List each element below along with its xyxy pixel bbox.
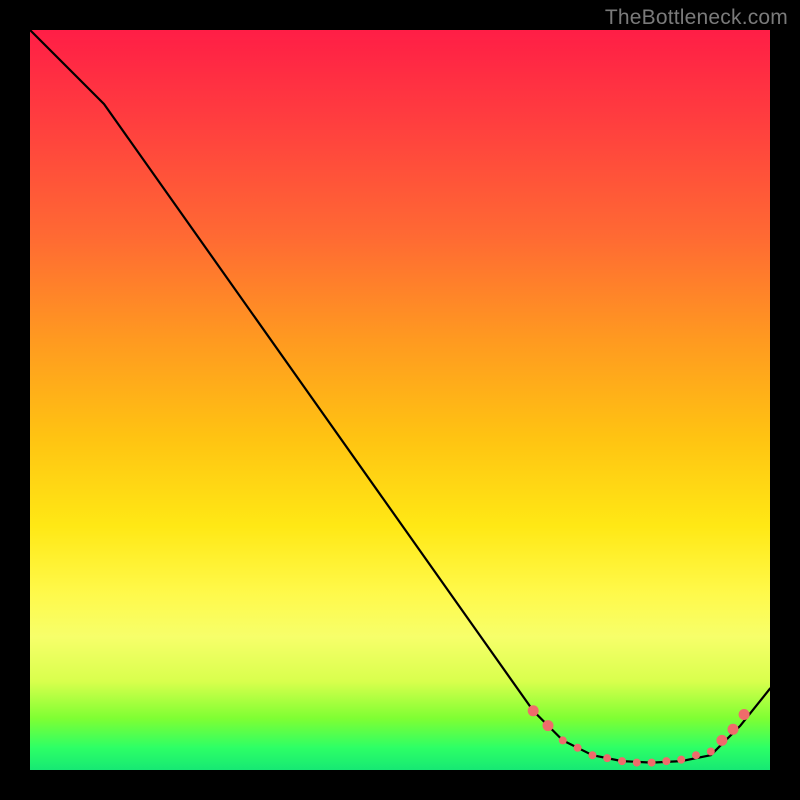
marker-dot bbox=[574, 744, 582, 752]
marker-dot bbox=[528, 705, 539, 716]
optimal-range-markers bbox=[528, 705, 750, 766]
plot-area bbox=[30, 30, 770, 770]
bottleneck-curve-path bbox=[30, 30, 770, 763]
marker-dot bbox=[648, 759, 656, 767]
marker-dot bbox=[662, 757, 670, 765]
marker-dot bbox=[692, 751, 700, 759]
marker-dot bbox=[618, 757, 626, 765]
marker-dot bbox=[603, 754, 611, 762]
marker-dot bbox=[707, 748, 715, 756]
marker-dot bbox=[728, 724, 739, 735]
chart-frame: TheBottleneck.com bbox=[0, 0, 800, 800]
marker-dot bbox=[633, 759, 641, 767]
marker-dot bbox=[677, 756, 685, 764]
curve-svg bbox=[30, 30, 770, 770]
marker-dot bbox=[559, 736, 567, 744]
watermark-text: TheBottleneck.com bbox=[605, 6, 788, 30]
marker-dot bbox=[588, 751, 596, 759]
marker-dot bbox=[543, 720, 554, 731]
marker-dot bbox=[716, 735, 727, 746]
marker-dot bbox=[739, 709, 750, 720]
